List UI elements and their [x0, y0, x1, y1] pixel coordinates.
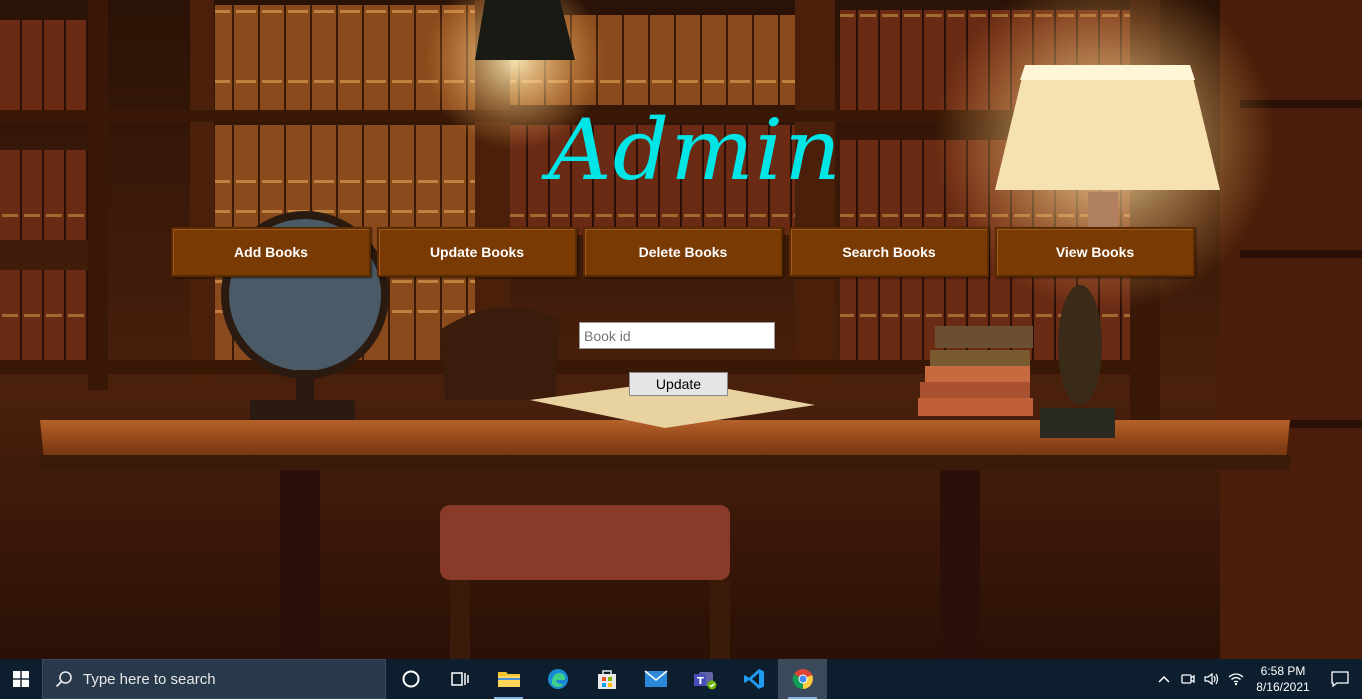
file-explorer-button[interactable]	[484, 659, 533, 699]
speaker-icon	[1204, 672, 1219, 686]
meet-now-button[interactable]	[1176, 659, 1200, 699]
chrome-browser-icon	[792, 669, 813, 690]
add-books-button[interactable]: Add Books	[171, 227, 371, 277]
meet-now-icon	[1181, 674, 1195, 684]
view-books-button[interactable]: View Books	[995, 227, 1195, 277]
page-title: Admin	[548, 101, 843, 199]
teams-button[interactable]: T	[680, 659, 729, 699]
mail-envelope-icon	[644, 670, 667, 687]
show-hidden-icons-button[interactable]	[1152, 659, 1176, 699]
cortana-circle-icon	[402, 670, 419, 688]
search-books-button[interactable]: Search Books	[789, 227, 989, 277]
start-button[interactable]	[0, 659, 42, 699]
notification-icon	[1331, 671, 1349, 687]
mail-button[interactable]	[631, 659, 680, 699]
teams-icon: T	[693, 672, 716, 690]
admin-nav-bar: Add Books Update Books Delete Books Sear…	[171, 227, 1195, 277]
task-view-icon	[450, 672, 469, 686]
task-view-button[interactable]	[435, 659, 484, 699]
search-placeholder: Type here to search	[83, 670, 216, 688]
delete-books-button[interactable]: Delete Books	[583, 227, 783, 277]
book-id-input[interactable]	[579, 322, 775, 349]
network-button[interactable]	[1224, 659, 1248, 699]
vscode-icon	[743, 669, 764, 689]
update-books-button[interactable]: Update Books	[377, 227, 577, 277]
system-tray: 6:58 PM 8/16/2021	[1152, 659, 1362, 699]
volume-button[interactable]	[1200, 659, 1224, 699]
clock[interactable]: 6:58 PM 8/16/2021	[1248, 663, 1318, 695]
windows-taskbar: Type here to search T 6:58 PM 8/16/2021	[0, 659, 1362, 699]
windows-logo-icon	[13, 671, 29, 687]
store-button[interactable]	[582, 659, 631, 699]
cortana-button[interactable]	[386, 659, 435, 699]
clock-time: 6:58 PM	[1260, 664, 1306, 678]
vscode-button[interactable]	[729, 659, 778, 699]
folder-icon	[497, 672, 520, 687]
edge-browser-icon	[547, 669, 568, 689]
clock-date: 8/16/2021	[1256, 680, 1310, 694]
store-bag-icon	[597, 670, 616, 689]
chrome-button[interactable]	[778, 659, 827, 699]
taskbar-search-box[interactable]: Type here to search	[42, 659, 386, 699]
search-icon	[55, 670, 73, 688]
edge-button[interactable]	[533, 659, 582, 699]
wifi-icon	[1228, 673, 1244, 686]
update-button[interactable]: Update	[629, 372, 728, 396]
chevron-up-icon	[1158, 675, 1170, 683]
notifications-button[interactable]	[1318, 659, 1362, 699]
svg-text:T: T	[697, 676, 704, 687]
